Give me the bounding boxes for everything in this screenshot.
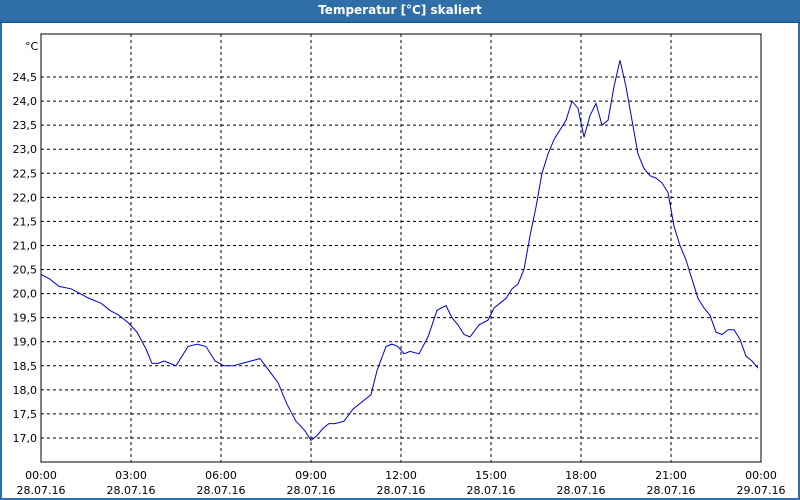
- x-tick-time-label: 00:00: [745, 469, 777, 482]
- x-tick-date-label: 28.07.16: [197, 484, 246, 497]
- x-tick-time-label: 09:00: [295, 469, 327, 482]
- y-tick-label: 20,5: [13, 264, 38, 277]
- y-tick-label: 24,5: [13, 71, 38, 84]
- y-tick-labels: 17,0 17,5 18,0 18,5 19,0 19,5 20,0 20,5 21,0 21,5…: [13, 71, 38, 445]
- x-tick-date-label: 28.07.16: [107, 484, 156, 497]
- x-tick-date-label: 28.07.16: [467, 484, 516, 497]
- y-tick-label: 17,0: [13, 432, 38, 445]
- y-tick-label: 21,0: [13, 239, 38, 252]
- x-tick-labels: 00:00 28.07.16 03:00 28.07.16 06:00 28.07.16 0…: [17, 469, 786, 497]
- y-axis-unit-label: °C: [25, 40, 39, 53]
- y-tick-label: 23,0: [13, 143, 38, 156]
- y-tick-label: 17,5: [13, 408, 38, 421]
- y-tick-label: 21,5: [13, 215, 38, 228]
- x-tick-date-label: 28.07.16: [557, 484, 606, 497]
- chart-window: Temperatur [°C] skaliert °C 17,0 17,5 18,0…: [0, 0, 800, 500]
- series-line-temperature: [40, 60, 759, 442]
- y-tick-label: 19,5: [13, 312, 38, 325]
- y-tick-label: 24,0: [13, 95, 38, 108]
- x-tick-date-label: 28.07.16: [287, 484, 336, 497]
- y-tick-label: 18,0: [13, 384, 38, 397]
- x-tick-time-label: 00:00: [25, 469, 57, 482]
- x-tick-time-label: 03:00: [115, 469, 147, 482]
- x-tick-date-label: 29.07.16: [737, 484, 786, 497]
- y-tick-label: 22,5: [13, 167, 38, 180]
- plot-border: [40, 33, 762, 463]
- x-tick-date-label: 28.07.16: [647, 484, 696, 497]
- x-tick-time-label: 21:00: [655, 469, 687, 482]
- temperature-chart: °C 17,0 17,5 18,0 18,5 19,0 19,5 20,0 20,5 21,0 2…: [13, 33, 786, 497]
- y-tick-label: 19,0: [13, 336, 38, 349]
- x-tick-time-label: 06:00: [205, 469, 237, 482]
- y-tick-label: 22,0: [13, 191, 38, 204]
- x-tick-date-label: 28.07.16: [377, 484, 426, 497]
- x-tick-time-label: 18:00: [565, 469, 597, 482]
- x-tick-date-label: 28.07.16: [17, 484, 66, 497]
- grid: [41, 34, 761, 462]
- y-tick-label: 23,5: [13, 119, 38, 132]
- x-tick-time-label: 15:00: [475, 469, 507, 482]
- x-tick-time-label: 12:00: [385, 469, 417, 482]
- y-tick-label: 20,0: [13, 288, 38, 301]
- y-tick-label: 18,5: [13, 360, 38, 373]
